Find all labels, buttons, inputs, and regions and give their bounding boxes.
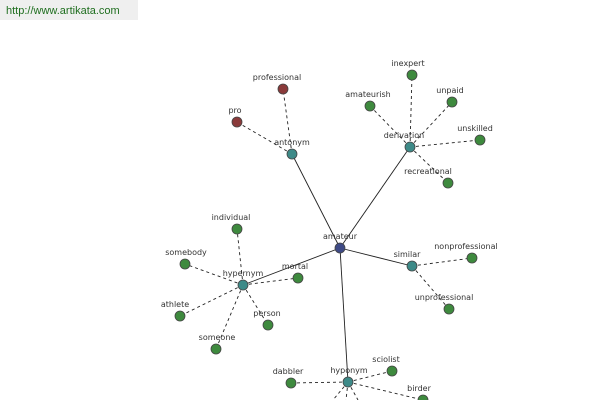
node-dot-recreational[interactable] bbox=[442, 177, 454, 189]
edge-similar-nonprofessional bbox=[411, 257, 473, 267]
node-label-nonprofessional: nonprofessional bbox=[434, 242, 498, 251]
node-label-unskilled: unskilled bbox=[457, 124, 493, 133]
edge-similar-unprofessional bbox=[411, 265, 450, 310]
word-graph: antonymproprofessionalderivationamateuri… bbox=[161, 59, 498, 400]
node-hyponym[interactable]: hyponym bbox=[330, 366, 368, 388]
node-dot-someone[interactable] bbox=[210, 343, 222, 355]
edge-hypernym-athlete bbox=[179, 284, 244, 317]
edge-derivation-unskilled bbox=[409, 139, 481, 148]
node-dot-mortal[interactable] bbox=[292, 272, 304, 284]
node-label-somebody: somebody bbox=[165, 248, 207, 257]
node-center[interactable]: amateur bbox=[323, 232, 358, 254]
node-label-hyponym: hyponym bbox=[330, 366, 368, 375]
node-dot-pro[interactable] bbox=[231, 116, 243, 128]
node-label-mortal: mortal bbox=[282, 262, 308, 271]
node-dot-unpaid[interactable] bbox=[446, 96, 458, 108]
edge-derivation-recreational bbox=[409, 146, 449, 184]
node-dot-athlete[interactable] bbox=[174, 310, 186, 322]
node-label-athlete: athlete bbox=[161, 300, 189, 309]
node-label-birder: birder bbox=[407, 384, 431, 393]
node-label-unpaid: unpaid bbox=[436, 86, 463, 95]
node-label-similar: similar bbox=[394, 250, 422, 259]
edge-center-hyponym bbox=[339, 247, 349, 383]
node-dot-individual[interactable] bbox=[231, 223, 243, 235]
node-dot-derivation[interactable] bbox=[404, 141, 416, 153]
node-dot-similar[interactable] bbox=[406, 260, 418, 272]
node-label-unprofessional: unprofessional bbox=[415, 293, 474, 302]
node-dot-unskilled[interactable] bbox=[474, 134, 486, 146]
node-professional[interactable]: professional bbox=[253, 73, 301, 95]
graph-nodes: antonymproprofessionalderivationamateuri… bbox=[161, 59, 498, 400]
node-dot-unprofessional[interactable] bbox=[443, 303, 455, 315]
node-label-dabbler: dabbler bbox=[273, 367, 304, 376]
node-label-pro: pro bbox=[228, 106, 241, 115]
node-label-derivation: derivation bbox=[384, 131, 424, 140]
node-dot-hypernym[interactable] bbox=[237, 279, 249, 291]
node-label-person: person bbox=[253, 309, 280, 318]
node-label-amateurish: amateurish bbox=[345, 90, 390, 99]
node-dot-person[interactable] bbox=[262, 319, 274, 331]
node-unpaid[interactable]: unpaid bbox=[436, 86, 464, 108]
node-label-someone: someone bbox=[199, 333, 236, 342]
edge-derivation-amateurish bbox=[369, 105, 411, 148]
node-dot-sciolist[interactable] bbox=[386, 365, 398, 377]
edge-derivation-unpaid bbox=[409, 101, 453, 148]
node-athlete[interactable]: athlete bbox=[161, 300, 189, 322]
node-label-hypernym: hypernym bbox=[223, 269, 264, 278]
node-antonym[interactable]: antonym bbox=[274, 138, 310, 160]
node-dot-amateurish[interactable] bbox=[364, 100, 376, 112]
edge-hypernym-person bbox=[242, 284, 269, 326]
node-dot-antonym[interactable] bbox=[286, 148, 298, 160]
node-nonprofessional[interactable]: nonprofessional bbox=[434, 242, 498, 264]
node-pro[interactable]: pro bbox=[228, 106, 243, 128]
node-label-antonym: antonym bbox=[274, 138, 310, 147]
node-label-professional: professional bbox=[253, 73, 301, 82]
node-inexpert[interactable]: inexpert bbox=[391, 59, 425, 81]
node-dot-dabbler[interactable] bbox=[285, 377, 297, 389]
node-dabbler[interactable]: dabbler bbox=[273, 367, 304, 389]
node-somebody[interactable]: somebody bbox=[165, 248, 207, 270]
node-dot-inexpert[interactable] bbox=[406, 69, 418, 81]
node-dot-somebody[interactable] bbox=[179, 258, 191, 270]
node-dot-professional[interactable] bbox=[277, 83, 289, 95]
node-sciolist[interactable]: sciolist bbox=[372, 355, 400, 377]
node-label-inexpert: inexpert bbox=[391, 59, 424, 68]
node-dot-hyponym[interactable] bbox=[342, 376, 354, 388]
node-recreational[interactable]: recreational bbox=[404, 167, 454, 189]
node-dot-birder[interactable] bbox=[417, 394, 429, 400]
node-person[interactable]: person bbox=[253, 309, 281, 331]
node-unskilled[interactable]: unskilled bbox=[457, 124, 493, 146]
edge-hyponym-dabbler bbox=[290, 381, 349, 384]
node-dot-center[interactable] bbox=[334, 242, 346, 254]
node-label-center: amateur bbox=[323, 232, 358, 241]
node-label-sciolist: sciolist bbox=[372, 355, 399, 364]
node-label-recreational: recreational bbox=[404, 167, 452, 176]
node-birder[interactable]: birder bbox=[407, 384, 432, 400]
node-similar[interactable]: similar bbox=[394, 250, 422, 272]
node-dot-nonprofessional[interactable] bbox=[466, 252, 478, 264]
node-someone[interactable]: someone bbox=[199, 333, 236, 355]
node-label-individual: individual bbox=[212, 213, 251, 222]
node-individual[interactable]: individual bbox=[212, 213, 251, 235]
node-derivation[interactable]: derivation bbox=[384, 131, 424, 153]
node-amateurish[interactable]: amateurish bbox=[345, 90, 391, 112]
